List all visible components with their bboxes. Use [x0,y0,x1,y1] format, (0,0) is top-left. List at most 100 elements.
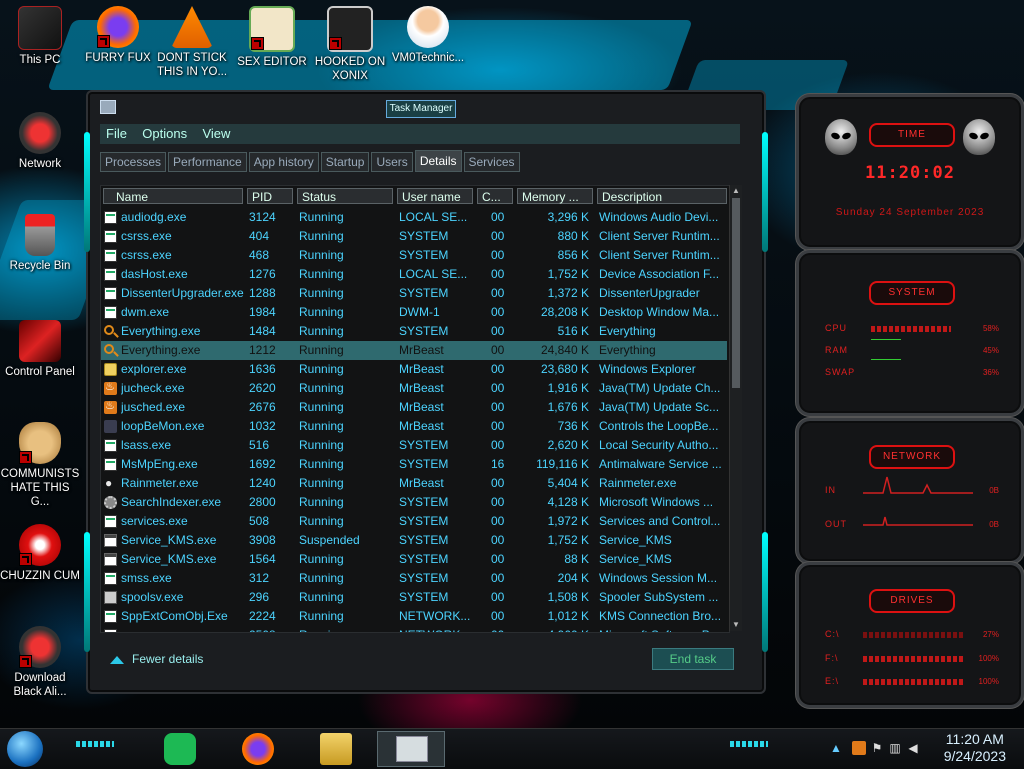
vertical-scrollbar[interactable]: ▲ ▼ [729,185,742,631]
tab-processes[interactable]: Processes [100,152,167,172]
taskbar-clock[interactable]: 11:20 AM 9/24/2023 [944,731,1006,765]
desktop-icon-recycle-bin[interactable]: Recycle Bin [0,214,80,273]
scroll-up-arrow-icon[interactable]: ▲ [731,186,741,196]
table-row[interactable]: sppsvc.exe 2508 Running NETWORK... 004,960 K… [101,626,727,632]
desktop-icon-control-panel[interactable]: Control Panel [0,320,80,379]
end-task-button[interactable]: End task [652,648,734,670]
tab-performance[interactable]: Performance [168,152,247,172]
cell-pid: 1032 [249,419,276,433]
column-header-description[interactable]: Description [597,188,727,204]
table-row[interactable]: SearchIndexer.exe 2800 Running SYSTEM 00 4,12… [101,493,727,512]
table-row[interactable]: dwm.exe 1984 Running DWM-1 00 28,208 K Desktop… [101,303,727,322]
task-manager-window[interactable]: Task Manager File Options View Processes… [84,90,768,694]
cell-name: SearchIndexer.exe [121,495,222,509]
volume-icon[interactable]: ◀ [906,741,920,755]
table-row[interactable]: SppExtComObj.Exe 2224 Running NETWORK... 00 1… [101,607,727,626]
table-row[interactable]: Everything.exe 1484 Running SYSTEM 00 516 K Ev… [101,322,727,341]
frame-glow [84,132,90,252]
file-explorer-icon[interactable] [320,733,352,765]
desktop-icon-download-black-alien[interactable]: Download Black Ali... [0,626,80,699]
cell-status: Running [299,343,344,357]
cell-desc: Controls the LoopBe... [599,419,719,433]
process-icon [104,249,117,262]
table-row[interactable]: services.exe 508 Running SYSTEM 00 1,972 K Ser… [101,512,727,531]
process-list[interactable]: Name PID Status User name C... Memory ..… [100,185,730,633]
cell-mem: 736 K [557,419,589,433]
column-header-memory[interactable]: Memory ... [517,188,593,204]
cell-desc: Desktop Window Ma... [599,305,720,319]
task-manager-taskbar-button[interactable] [377,731,445,767]
table-row[interactable]: spoolsv.exe 296 Running SYSTEM 00 1,508 K Spoo… [101,588,727,607]
desktop-icon-hooked-on-xonix[interactable]: HOOKED ON XONIX [310,6,390,83]
menu-file[interactable]: File [100,124,133,144]
cell-status: Running [299,362,344,376]
table-row[interactable]: Rainmeter.exe 1240 Running MrBeast 00 5,404 K… [101,474,727,493]
desktop-icon-sex-editor[interactable]: SEX EDITOR [232,6,312,69]
menu-view[interactable]: View [196,124,236,144]
tab-users[interactable]: Users [371,152,413,172]
cell-mem: 2,620 K [547,438,589,452]
table-row[interactable]: audiodg.exe 3124 Running LOCAL SE... 00 3,296… [101,208,727,227]
desktop-icon-furry-fux[interactable]: FURRY FUX [78,6,158,65]
tab-details[interactable]: Details [414,150,462,172]
cell-status: Running [299,552,344,566]
process-icon [104,458,117,471]
tray-expand-icon[interactable]: ▲ [829,741,843,755]
cell-mem: 3,296 K [547,210,589,224]
table-row[interactable]: jucheck.exe 2620 Running MrBeast 00 1,916 K Ja… [101,378,727,398]
desktop-icon-dont-stick[interactable]: DONT STICK THIS IN YO... [152,6,232,79]
cell-mem: 1,916 K [547,381,589,395]
cell-name: jusched.exe [121,400,186,414]
system-widget: SYSTEM CPU 58% RAM 45% SWAP 36% [796,250,1024,416]
process-icon [104,325,114,335]
cell-status: Running [299,267,344,281]
java-tray-icon[interactable] [852,741,866,755]
desktop-icon-this-pc[interactable]: This PC [0,6,80,67]
firefox-taskbar-icon[interactable] [242,733,274,765]
table-row[interactable]: jusched.exe 2676 Running MrBeast 00 1,676 K Ja… [101,397,727,417]
column-header-status[interactable]: Status [297,188,393,204]
cell-mem: 24,840 K [540,343,589,357]
table-row[interactable]: Service_KMS.exe 3908 Suspended SYSTEM 00 1,75… [101,531,727,550]
tab-startup[interactable]: Startup [320,152,370,172]
desktop-icon-network[interactable]: Network [0,112,80,171]
cell-desc: Client Server Runtim... [599,229,720,243]
spotify-like-app-icon[interactable] [164,733,196,765]
start-button[interactable] [7,731,43,767]
network-in-value: 0B [989,486,999,495]
column-header-user-name[interactable]: User name [397,188,473,204]
table-row[interactable]: dasHost.exe 1276 Running LOCAL SE... 00 1,752… [101,265,727,284]
scroll-thumb[interactable] [732,198,740,388]
table-row[interactable]: lsass.exe 516 Running SYSTEM 00 2,620 K Local … [101,436,727,455]
table-row[interactable]: DissenterUpgrader.exe 1288 Running SYSTEM 00… [101,284,727,303]
table-row[interactable]: csrss.exe 404 Running SYSTEM 00 880 K Client S… [101,227,727,246]
desktop-icon-vm0technic[interactable]: VM0Technic... [388,6,468,65]
column-header-cpu[interactable]: C... [477,188,513,204]
menu-options[interactable]: Options [136,124,193,144]
network-icon[interactable]: ▥ [888,741,902,755]
table-row[interactable]: MsMpEng.exe 1692 Running SYSTEM 16 119,116 K A… [101,455,727,474]
cell-cpu: 00 [491,419,505,433]
column-header-name[interactable]: Name [103,188,243,204]
flag-icon[interactable]: ⚑ [870,741,884,755]
cpu-label: CPU [825,323,848,333]
cell-status: Running [299,419,344,433]
cell-user: LOCAL SE... [399,210,468,224]
cell-status: Running [299,210,344,224]
tab-services[interactable]: Services [463,152,520,172]
tab-app-history[interactable]: App history [248,152,319,172]
table-row[interactable]: Everything.exe 1212 Running MrBeast 00 24,840… [101,341,727,360]
desktop-icon-communists[interactable]: COMMUNISTS HATE THIS G... [0,422,80,509]
desktop-icon-chuzzin[interactable]: CHUZZIN CUM [0,524,80,583]
table-row[interactable]: loopBeMon.exe 1032 Running MrBeast 00 736 K Co… [101,417,727,436]
table-row[interactable]: explorer.exe 1636 Running MrBeast 00 23,680 K… [101,360,727,379]
table-row[interactable]: csrss.exe 468 Running SYSTEM 00 856 K Client S… [101,246,727,265]
table-row[interactable]: smss.exe 312 Running SYSTEM 00 204 K Windows S… [101,569,727,588]
fewer-details-link[interactable]: Fewer details [110,652,203,666]
table-row[interactable]: Service_KMS.exe 1564 Running SYSTEM 00 88 K Se… [101,550,727,569]
widget-date: Sunday 24 September 2023 [835,207,985,218]
taskbar-decoration [76,741,114,747]
cell-user: LOCAL SE... [399,267,468,281]
scroll-down-arrow-icon[interactable]: ▼ [731,620,741,630]
column-header-pid[interactable]: PID [247,188,293,204]
